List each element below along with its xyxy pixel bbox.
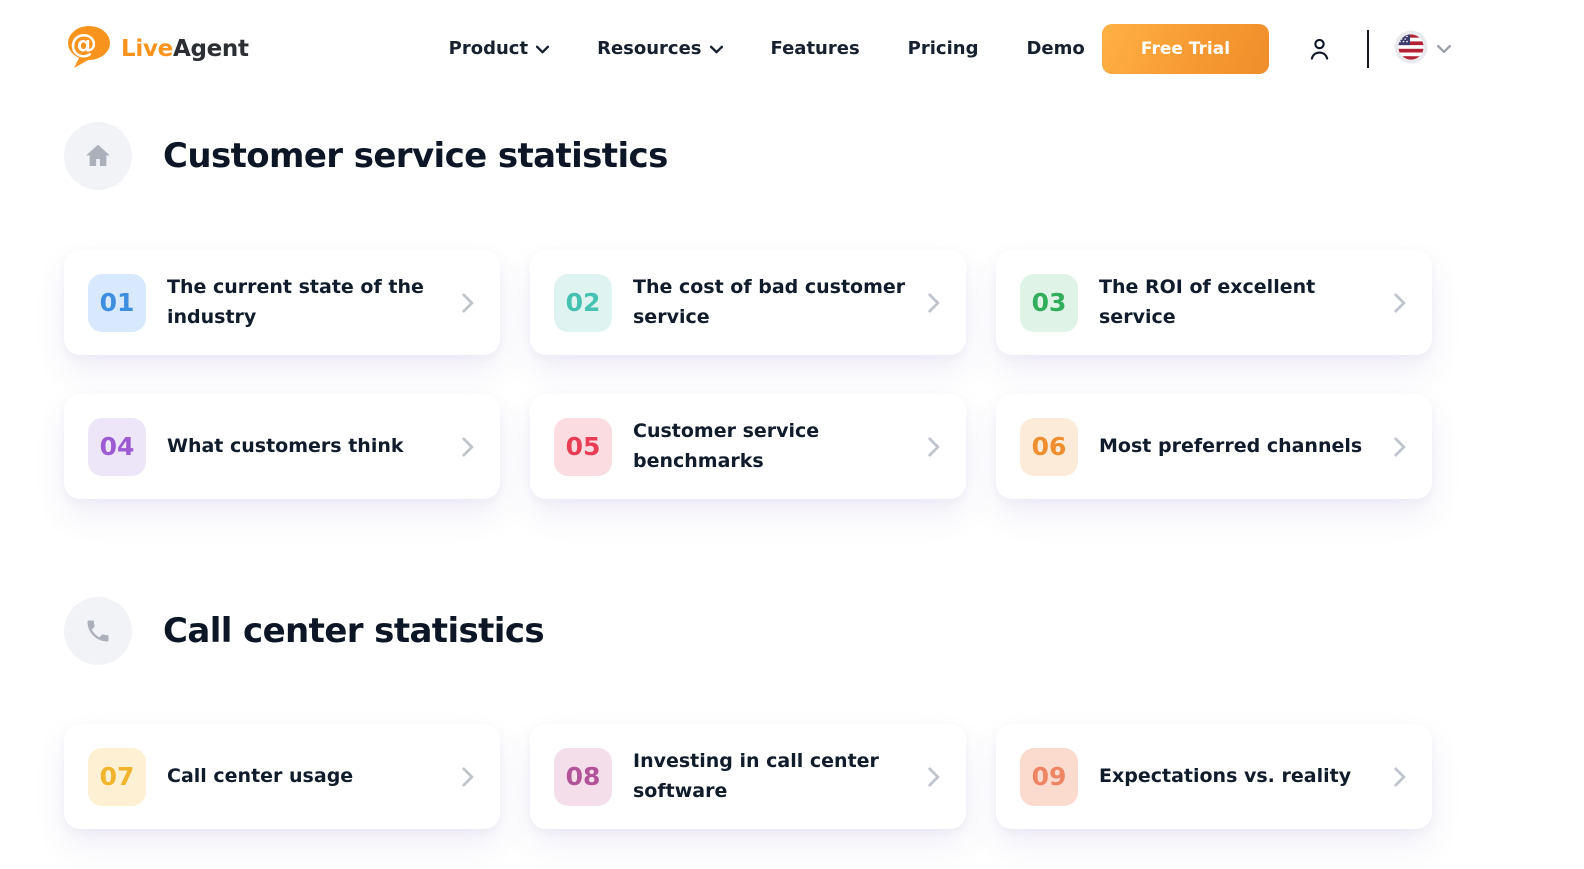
card-title: The cost of bad customer service [633, 273, 917, 332]
section-header-customer-service: Customer service statistics [64, 122, 1432, 190]
language-selector[interactable] [1394, 30, 1451, 68]
free-trial-button[interactable]: Free Trial [1102, 24, 1269, 74]
logo-speech-bubble-icon: @ [64, 24, 112, 73]
section-title: Call center statistics [163, 611, 544, 651]
section-header-call-center: Call center statistics [64, 597, 1432, 665]
card-number-badge: 09 [1020, 748, 1078, 806]
card-number-badge: 07 [88, 748, 146, 806]
stat-card-05[interactable]: 05 Customer service benchmarks [530, 394, 966, 499]
svg-text:@: @ [70, 29, 97, 60]
card-number-badge: 01 [88, 274, 146, 332]
stat-card-08[interactable]: 08 Investing in call center software [530, 724, 966, 829]
main-nav: Product Resources Features Pricing Demo [449, 38, 1085, 59]
chevron-down-icon [536, 38, 549, 59]
card-number-badge: 03 [1020, 274, 1078, 332]
card-title: Call center usage [167, 762, 451, 791]
card-grid-call-center: 07 Call center usage 08 Investing in cal… [64, 724, 1432, 829]
stat-card-09[interactable]: 09 Expectations vs. reality [996, 724, 1432, 829]
card-title: What customers think [167, 432, 451, 461]
card-number-badge: 04 [88, 418, 146, 476]
card-grid-customer-service: 01 The current state of the industry 02 … [64, 250, 1432, 499]
nav-item-demo[interactable]: Demo [1026, 38, 1084, 59]
nav-item-features[interactable]: Features [771, 38, 860, 59]
card-number-badge: 08 [554, 748, 612, 806]
stat-card-06[interactable]: 06 Most preferred channels [996, 394, 1432, 499]
card-number-badge: 05 [554, 418, 612, 476]
home-icon [64, 122, 132, 190]
chevron-right-icon [927, 293, 940, 313]
section-title: Customer service statistics [163, 136, 668, 176]
chevron-right-icon [927, 767, 940, 787]
card-number-badge: 02 [554, 274, 612, 332]
card-title: The ROI of excellent service [1099, 273, 1383, 332]
nav-item-product[interactable]: Product [449, 38, 549, 59]
chevron-right-icon [927, 437, 940, 457]
card-title: Expectations vs. reality [1099, 762, 1383, 791]
stat-card-07[interactable]: 07 Call center usage [64, 724, 500, 829]
account-icon[interactable] [1306, 35, 1333, 63]
chevron-down-icon [1437, 39, 1451, 58]
site-header: @ LiveAgent Product Resources Features P… [0, 0, 1584, 97]
us-flag-icon [1394, 30, 1428, 68]
chevron-right-icon [461, 437, 474, 457]
card-number-badge: 06 [1020, 418, 1078, 476]
stat-card-04[interactable]: 04 What customers think [64, 394, 500, 499]
stat-card-02[interactable]: 02 The cost of bad customer service [530, 250, 966, 355]
page-content: Customer service statistics 01 The curre… [0, 122, 1584, 829]
nav-item-pricing[interactable]: Pricing [908, 38, 979, 59]
nav-item-resources[interactable]: Resources [597, 38, 722, 59]
chevron-right-icon [1393, 293, 1406, 313]
card-title: Investing in call center software [633, 747, 917, 806]
stat-card-01[interactable]: 01 The current state of the industry [64, 250, 500, 355]
card-title: The current state of the industry [167, 273, 451, 332]
stat-card-03[interactable]: 03 The ROI of excellent service [996, 250, 1432, 355]
chevron-right-icon [461, 767, 474, 787]
card-title: Most preferred channels [1099, 432, 1383, 461]
chevron-right-icon [1393, 437, 1406, 457]
card-title: Customer service benchmarks [633, 417, 917, 476]
header-divider [1367, 30, 1369, 68]
phone-icon [64, 597, 132, 665]
chevron-right-icon [461, 293, 474, 313]
liveagent-logo[interactable]: @ LiveAgent [64, 24, 249, 73]
logo-text: LiveAgent [121, 36, 249, 62]
chevron-down-icon [710, 38, 723, 59]
chevron-right-icon [1393, 767, 1406, 787]
